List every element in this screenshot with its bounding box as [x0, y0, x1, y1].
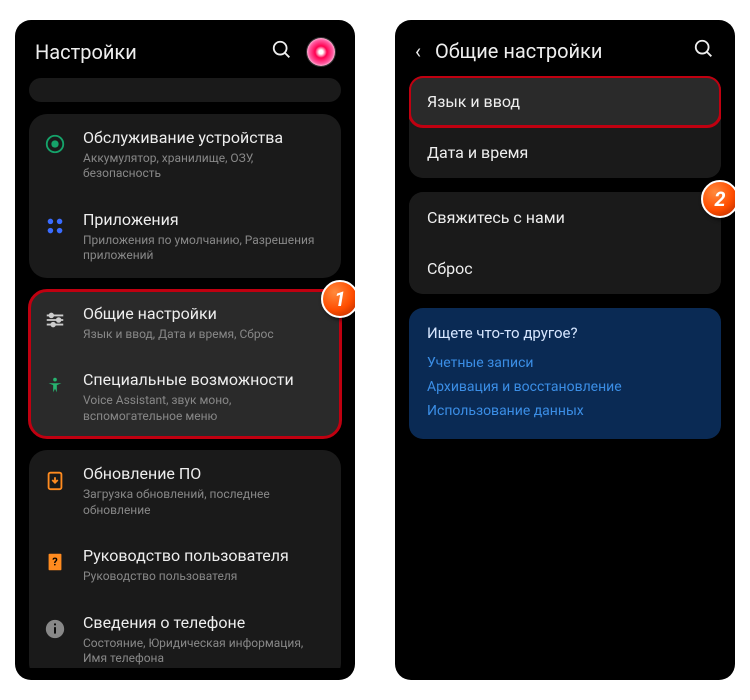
item-user-manual[interactable]: ? Руководство пользователя Руководство п… [29, 532, 341, 598]
header: ‹ Общие настройки [395, 20, 735, 76]
item-title: Общие настройки [83, 304, 327, 325]
general-settings-list: Язык и ввод Дата и время Свяжитесь с нам… [395, 76, 735, 666]
tips-card: Ищете что-то другое? Учетные записи Архи… [409, 308, 721, 439]
manual-icon: ? [41, 548, 69, 576]
tips-link-backup[interactable]: Архивация и восстановление [427, 376, 703, 400]
item-software-update[interactable]: Обновление ПО Загрузка обновлений, после… [29, 450, 341, 532]
item-subtitle: Приложения по умолчанию, Разрешения прил… [83, 233, 327, 264]
row-reset[interactable]: Сброс [409, 243, 721, 294]
item-subtitle: Состояние, Юридическая информация, Имя т… [83, 636, 327, 667]
item-subtitle: Язык и ввод, Дата и время, Сброс [83, 327, 327, 343]
group-lang-date: Язык и ввод Дата и время [409, 76, 721, 178]
tips-link-accounts[interactable]: Учетные записи [427, 352, 703, 376]
card-general-accessibility: Общие настройки Язык и ввод, Дата и врем… [29, 290, 341, 438]
search-icon[interactable] [271, 39, 293, 65]
svg-text:?: ? [52, 556, 58, 569]
accessibility-icon [41, 372, 69, 400]
item-subtitle: Аккумулятор, хранилище, ОЗУ, безопасност… [83, 151, 327, 182]
search-icon[interactable] [693, 38, 715, 64]
page-title: Настройки [35, 40, 257, 64]
settings-list: Обслуживание устройства Аккумулятор, хра… [15, 78, 355, 668]
item-title: Сведения о телефоне [83, 613, 327, 634]
item-title: Обновление ПО [83, 464, 327, 485]
tips-link-data-usage[interactable]: Использование данных [427, 400, 703, 424]
list-item-stub [29, 78, 341, 102]
profile-avatar[interactable] [307, 38, 335, 66]
item-about-phone[interactable]: Сведения о телефоне Состояние, Юридическ… [29, 599, 341, 668]
item-apps[interactable]: Приложения Приложения по умолчанию, Разр… [29, 196, 341, 278]
screenshot-pair: 1 Настройки Обслуживание устройства Акку… [0, 0, 750, 700]
card-update-manual-about: Обновление ПО Загрузка обновлений, после… [29, 450, 341, 668]
update-icon [41, 466, 69, 494]
group-contact-reset: Свяжитесь с нами Сброс [409, 192, 721, 294]
page-title: Общие настройки [435, 39, 679, 63]
item-subtitle: Загрузка обновлений, последнее обновлени… [83, 487, 327, 518]
back-icon[interactable]: ‹ [415, 41, 421, 61]
device-care-icon [41, 130, 69, 158]
phone-left-settings: 1 Настройки Обслуживание устройства Акку… [15, 20, 355, 680]
item-title: Руководство пользователя [83, 546, 327, 567]
info-icon [41, 615, 69, 643]
item-subtitle: Руководство пользователя [83, 569, 327, 585]
item-title: Приложения [83, 210, 327, 231]
header: Настройки [15, 20, 355, 78]
item-subtitle: Voice Assistant, звук моно, вспомогатель… [83, 393, 327, 424]
item-device-care[interactable]: Обслуживание устройства Аккумулятор, хра… [29, 114, 341, 196]
item-title: Специальные возможности [83, 370, 327, 391]
item-general-settings[interactable]: Общие настройки Язык и ввод, Дата и врем… [29, 290, 341, 356]
row-contact-us[interactable]: Свяжитесь с нами [409, 192, 721, 243]
annotation-badge-1: 1 [321, 280, 355, 318]
item-title: Обслуживание устройства [83, 128, 327, 149]
sliders-icon [41, 306, 69, 334]
row-language-input[interactable]: Язык и ввод [409, 76, 721, 127]
item-accessibility[interactable]: Специальные возможности Voice Assistant,… [29, 356, 341, 438]
phone-right-general-settings: 2 ‹ Общие настройки Язык и ввод Дата и в… [395, 20, 735, 680]
annotation-badge-2: 2 [701, 180, 735, 218]
row-date-time[interactable]: Дата и время [409, 127, 721, 178]
tips-title: Ищете что-то другое? [427, 324, 703, 342]
apps-icon [41, 212, 69, 240]
card-device-apps: Обслуживание устройства Аккумулятор, хра… [29, 114, 341, 278]
